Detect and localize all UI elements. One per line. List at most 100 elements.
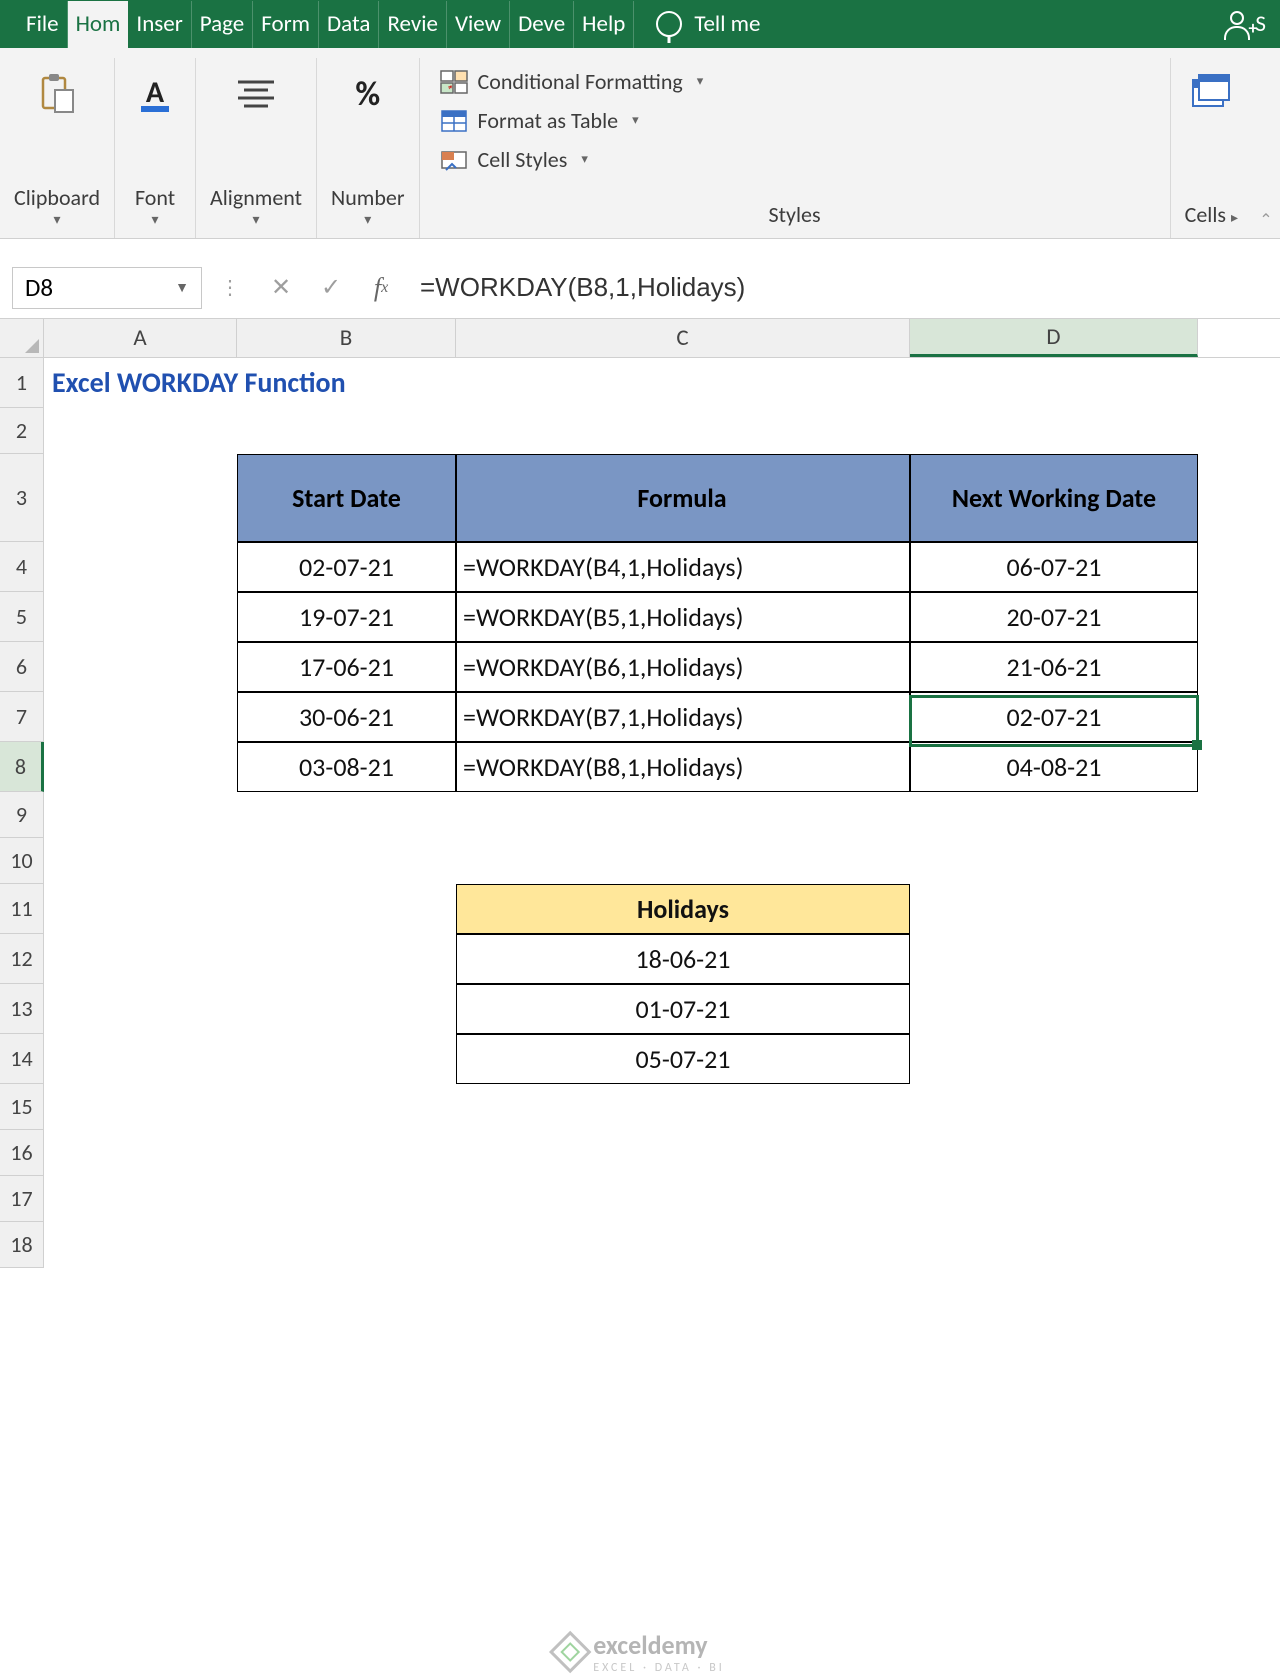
alignment-icon[interactable] xyxy=(230,68,282,120)
empty-cell[interactable] xyxy=(44,692,237,742)
row-header[interactable]: 2 xyxy=(0,408,44,454)
row-header[interactable]: 9 xyxy=(0,792,44,838)
tab-help[interactable]: Help xyxy=(574,1,634,48)
row-header[interactable]: 11 xyxy=(0,884,44,934)
header-next-working-date[interactable]: Next Working Date xyxy=(910,454,1198,542)
share-button[interactable]: + S xyxy=(1217,1,1280,48)
name-box[interactable]: D8 ▼ xyxy=(12,267,202,309)
empty-cell[interactable] xyxy=(44,884,456,934)
formula-input[interactable] xyxy=(410,267,1268,309)
header-start-date[interactable]: Start Date xyxy=(237,454,456,542)
data-cell[interactable]: =WORKDAY(B4,1,Holidays) xyxy=(456,542,910,592)
empty-cell[interactable] xyxy=(44,642,237,692)
column-header-D[interactable]: D xyxy=(910,319,1198,357)
row-header[interactable]: 3 xyxy=(0,454,44,542)
select-all-corner[interactable] xyxy=(0,319,44,357)
tab-data[interactable]: Data xyxy=(319,1,379,48)
data-cell[interactable]: =WORKDAY(B6,1,Holidays) xyxy=(456,642,910,692)
row-header[interactable]: 14 xyxy=(0,1034,44,1084)
tab-view[interactable]: View xyxy=(447,1,510,48)
font-label[interactable]: Font xyxy=(135,184,175,232)
cancel-formula-button[interactable]: ✕ xyxy=(260,267,302,309)
empty-cell[interactable] xyxy=(44,742,237,792)
collapse-ribbon-button[interactable]: ⌃ xyxy=(1252,58,1280,238)
row-header[interactable]: 18 xyxy=(0,1222,44,1268)
format-as-table-button[interactable]: Format as Table▾ xyxy=(436,101,1154,140)
tab-home[interactable]: Hom xyxy=(68,1,129,48)
data-cell[interactable]: 03-08-21 xyxy=(237,742,456,792)
empty-cell[interactable] xyxy=(910,984,1198,1034)
data-cell[interactable]: 02-07-21 xyxy=(910,692,1198,742)
column-headers: A B C D xyxy=(0,319,1280,358)
empty-cell[interactable] xyxy=(44,1222,1194,1268)
data-cell[interactable]: 17-06-21 xyxy=(237,642,456,692)
clipboard-label[interactable]: Clipboard xyxy=(14,184,100,232)
holiday-cell[interactable]: 05-07-21 xyxy=(456,1034,910,1084)
tab-page-layout[interactable]: Page xyxy=(192,1,253,48)
row-header[interactable]: 15 xyxy=(0,1084,44,1130)
column-header-A[interactable]: A xyxy=(44,319,237,357)
holidays-header[interactable]: Holidays xyxy=(456,884,910,934)
empty-cell[interactable] xyxy=(44,838,1194,884)
title-cell[interactable]: Excel WORKDAY Function xyxy=(44,358,1194,408)
empty-cell[interactable] xyxy=(44,592,237,642)
holiday-cell[interactable]: 01-07-21 xyxy=(456,984,910,1034)
cell-styles-button[interactable]: Cell Styles▾ xyxy=(436,140,1154,179)
data-cell[interactable]: 20-07-21 xyxy=(910,592,1198,642)
row-header[interactable]: 5 xyxy=(0,592,44,642)
paste-icon[interactable] xyxy=(31,68,83,120)
data-cell[interactable]: 21-06-21 xyxy=(910,642,1198,692)
empty-cell[interactable] xyxy=(44,1084,1194,1130)
row-header[interactable]: 17 xyxy=(0,1176,44,1222)
number-label[interactable]: Number xyxy=(331,184,405,232)
header-formula[interactable]: Formula xyxy=(456,454,910,542)
empty-cell[interactable] xyxy=(44,984,456,1034)
formula-bar-expand[interactable]: ⋮ xyxy=(210,267,252,309)
row-header[interactable]: 10 xyxy=(0,838,44,884)
row-header[interactable]: 8 xyxy=(0,742,44,792)
empty-cell[interactable] xyxy=(44,792,1194,838)
tell-me-search[interactable]: Tell me xyxy=(634,1,782,48)
tab-review[interactable]: Revie xyxy=(379,1,447,48)
empty-cell[interactable] xyxy=(44,1034,456,1084)
tab-insert[interactable]: Inser xyxy=(128,1,191,48)
data-cell[interactable]: 30-06-21 xyxy=(237,692,456,742)
empty-cell[interactable] xyxy=(910,884,1198,934)
data-cell[interactable]: 02-07-21 xyxy=(237,542,456,592)
row-header[interactable]: 1 xyxy=(0,358,44,408)
cells-icon[interactable] xyxy=(1185,68,1237,120)
row-header[interactable]: 13 xyxy=(0,984,44,1034)
empty-cell[interactable] xyxy=(44,454,237,542)
tab-file[interactable]: File xyxy=(18,1,68,48)
enter-formula-button[interactable]: ✓ xyxy=(310,267,352,309)
data-cell[interactable]: =WORKDAY(B7,1,Holidays) xyxy=(456,692,910,742)
conditional-formatting-button[interactable]: ≠ Conditional Formatting▾ xyxy=(436,62,1154,101)
empty-cell[interactable] xyxy=(44,1176,1194,1222)
column-header-C[interactable]: C xyxy=(456,319,910,357)
row-header[interactable]: 6 xyxy=(0,642,44,692)
empty-cell[interactable] xyxy=(44,1130,1194,1176)
tab-developer[interactable]: Deve xyxy=(510,1,574,48)
row-header[interactable]: 12 xyxy=(0,934,44,984)
row-header[interactable]: 7 xyxy=(0,692,44,742)
tab-formulas[interactable]: Form xyxy=(253,1,319,48)
empty-cell[interactable] xyxy=(44,934,456,984)
insert-function-button[interactable]: fx xyxy=(360,267,402,309)
data-cell[interactable]: =WORKDAY(B8,1,Holidays) xyxy=(456,742,910,792)
row-header[interactable]: 16 xyxy=(0,1130,44,1176)
empty-cell[interactable] xyxy=(910,934,1198,984)
font-icon[interactable]: A xyxy=(129,68,181,120)
alignment-label[interactable]: Alignment xyxy=(210,184,302,232)
data-cell[interactable]: 19-07-21 xyxy=(237,592,456,642)
empty-cell[interactable] xyxy=(44,542,237,592)
data-cell[interactable]: 06-07-21 xyxy=(910,542,1198,592)
column-header-B[interactable]: B xyxy=(237,319,456,357)
empty-cell[interactable] xyxy=(44,408,1194,454)
active-cell[interactable]: 04-08-21 xyxy=(910,742,1198,792)
empty-cell[interactable] xyxy=(910,1034,1198,1084)
holiday-cell[interactable]: 18-06-21 xyxy=(456,934,910,984)
row-header[interactable]: 4 xyxy=(0,542,44,592)
cells-label[interactable]: Cells ▸ xyxy=(1185,201,1238,232)
data-cell[interactable]: =WORKDAY(B5,1,Holidays) xyxy=(456,592,910,642)
percent-icon[interactable]: % xyxy=(342,68,394,120)
